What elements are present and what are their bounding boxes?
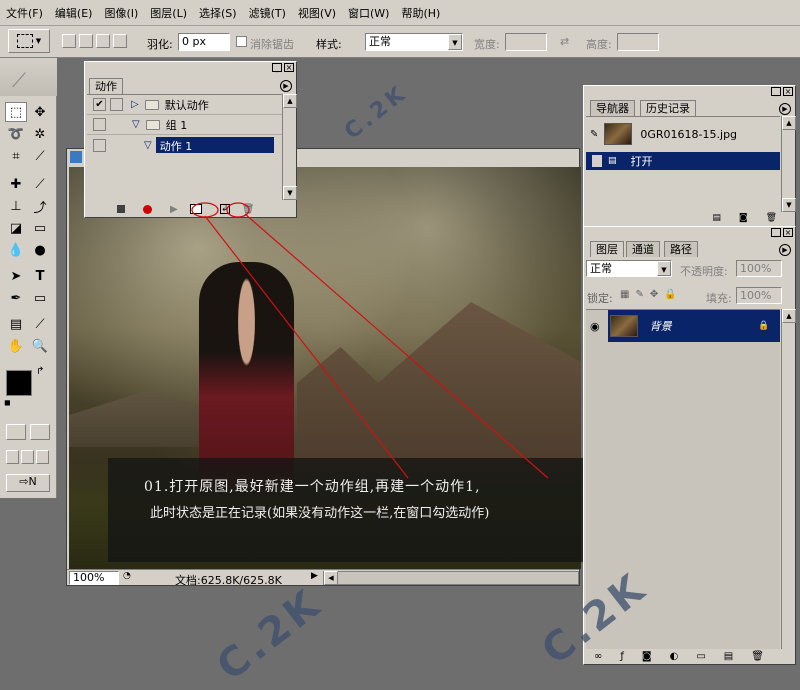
- lock-buttons: ▦ ✎ ✥ 🔒: [620, 289, 677, 300]
- tab-paths[interactable]: 路径: [664, 241, 698, 257]
- panel-menu-icon[interactable]: ▶: [779, 103, 791, 115]
- history-snapshot-row[interactable]: ✎ 0GR01618-15.jpg: [586, 121, 780, 147]
- link-layers-icon[interactable]: ∞: [594, 651, 602, 662]
- adjustment-layer-icon[interactable]: ◐: [670, 651, 679, 662]
- lock-icon: 🔒: [758, 321, 770, 331]
- snapshot-label: 0GR01618-15.jpg: [640, 127, 738, 141]
- scroll-up-icon[interactable]: ▲: [782, 309, 796, 323]
- history-state-row[interactable]: ▤ 打开: [586, 152, 780, 170]
- layer-style-icon[interactable]: ƒ: [620, 651, 624, 662]
- history-brush-source-icon[interactable]: ✎: [590, 129, 598, 140]
- fill-label: 填充:: [706, 292, 732, 305]
- history-list: ✎ 0GR01618-15.jpg ▤ 打开: [586, 116, 780, 212]
- layers-button-bar: ∞ ƒ ◙ ◐ ▭ ▤ 🗑: [594, 651, 764, 662]
- history-button-bar: ▤ ◙ 🗑: [712, 213, 777, 223]
- lock-image-icon[interactable]: ✎: [635, 289, 643, 300]
- tab-layers[interactable]: 图层: [590, 241, 624, 257]
- blend-mode-select[interactable]: 正常 ▼: [586, 260, 672, 277]
- lock-transparent-icon[interactable]: ▦: [620, 289, 629, 300]
- fill-input[interactable]: 100%: [736, 287, 782, 304]
- minimize-icon[interactable]: _: [771, 228, 781, 237]
- close-icon[interactable]: ×: [783, 228, 793, 237]
- close-icon[interactable]: ×: [783, 87, 793, 96]
- history-state-label: 打开: [630, 155, 653, 168]
- eye-visibility-icon[interactable]: ◉: [590, 320, 600, 333]
- new-document-from-state-icon[interactable]: ▤: [712, 213, 721, 223]
- scroll-up-icon[interactable]: ▲: [782, 116, 796, 130]
- new-group-icon[interactable]: ▭: [696, 651, 705, 662]
- minimize-icon[interactable]: _: [771, 87, 781, 96]
- tab-navigator[interactable]: 导航器: [590, 100, 635, 116]
- history-brush-source-box[interactable]: [592, 155, 602, 167]
- callout-line-new-action: [244, 213, 549, 479]
- new-layer-icon[interactable]: ▤: [724, 651, 733, 662]
- layer-row[interactable]: ◉ 背景 🔒: [586, 310, 780, 342]
- callout-line-new-set: [204, 215, 409, 479]
- layer-name: 背景: [649, 320, 672, 333]
- layer-mask-icon[interactable]: ◙: [642, 651, 652, 662]
- snapshot-thumbnail: [604, 123, 633, 145]
- layers-scrollbar[interactable]: ▲: [781, 309, 796, 649]
- opacity-label: 不透明度:: [680, 265, 728, 278]
- history-panel: _ × 导航器 历史记录 ▶ ✎ 0GR01618-15.jpg ▤ 打开 ▲ …: [583, 85, 796, 227]
- trash-icon[interactable]: 🗑: [766, 213, 777, 223]
- panel-menu-icon[interactable]: ▶: [779, 244, 791, 256]
- new-snapshot-icon[interactable]: ◙: [739, 213, 748, 223]
- lock-label: 锁定:: [587, 292, 613, 305]
- history-panel-titlebar: _ ×: [584, 86, 795, 96]
- blend-mode-value: 正常: [590, 262, 612, 275]
- document-state-icon: ▤: [608, 156, 617, 166]
- tab-actions[interactable]: 动作: [89, 78, 123, 94]
- lock-position-icon[interactable]: ✥: [650, 289, 658, 300]
- layers-panel-titlebar: _ ×: [584, 227, 795, 237]
- tab-channels[interactable]: 通道: [626, 241, 660, 257]
- opacity-input[interactable]: 100%: [736, 260, 782, 277]
- callout-circle-new-set: [191, 202, 219, 218]
- layer-thumbnail: [609, 315, 638, 337]
- chevron-down-icon: ▼: [657, 261, 671, 276]
- history-scrollbar[interactable]: ▲ ▼: [781, 116, 796, 212]
- layer-selected-area[interactable]: 背景 🔒: [607, 310, 780, 342]
- tab-history[interactable]: 历史记录: [640, 100, 696, 116]
- scroll-down-icon[interactable]: ▼: [782, 198, 796, 212]
- trash-icon[interactable]: 🗑: [751, 651, 764, 662]
- lock-all-icon[interactable]: 🔒: [664, 289, 676, 300]
